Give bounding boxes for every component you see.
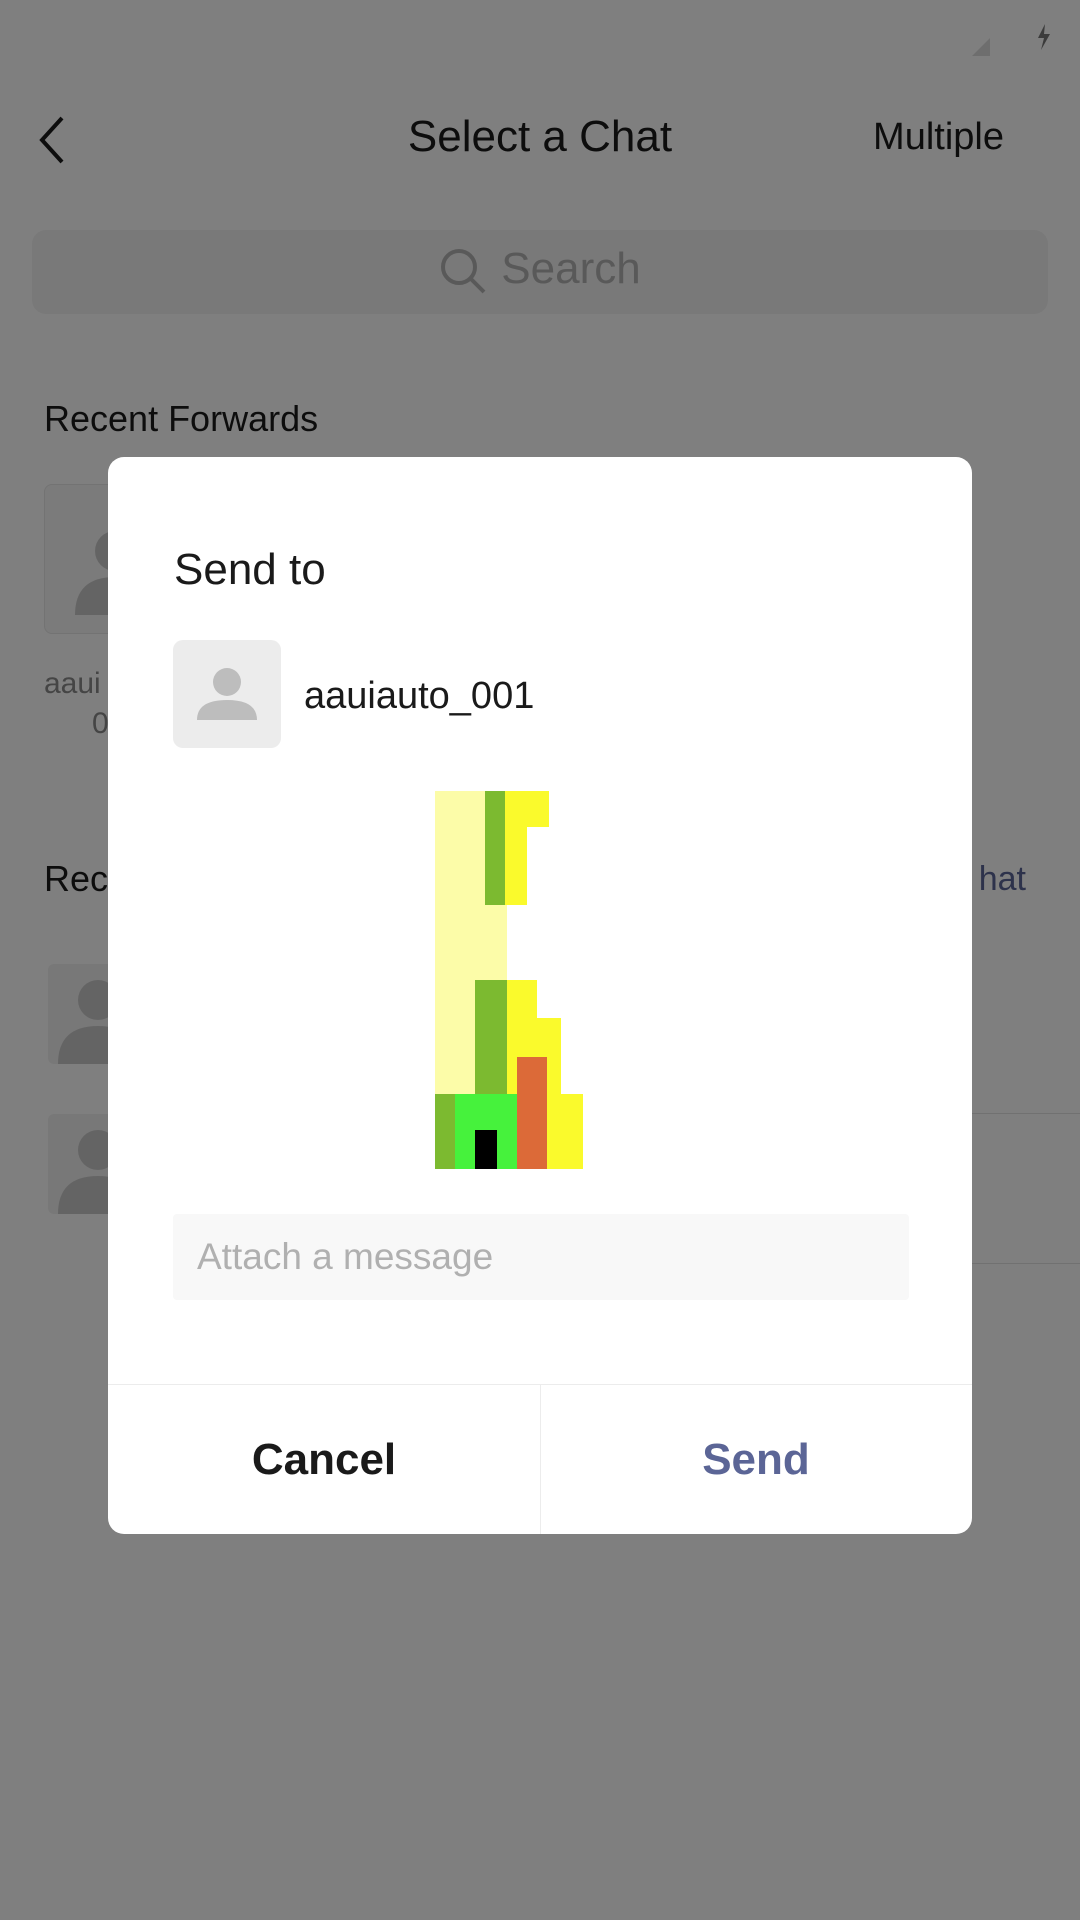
send-button[interactable]: Send — [540, 1385, 972, 1534]
message-input[interactable] — [173, 1214, 909, 1300]
dialog-footer: Cancel Send — [108, 1384, 972, 1534]
cancel-button[interactable]: Cancel — [108, 1385, 541, 1534]
recipient-name: aauiauto_001 — [304, 675, 535, 717]
person-icon — [197, 668, 257, 720]
dialog-title: Send to — [174, 545, 326, 594]
recipient-avatar — [173, 640, 281, 748]
image-preview — [435, 791, 583, 1169]
send-to-dialog: Send to aauiauto_001 Cancel Send — [108, 457, 972, 1534]
